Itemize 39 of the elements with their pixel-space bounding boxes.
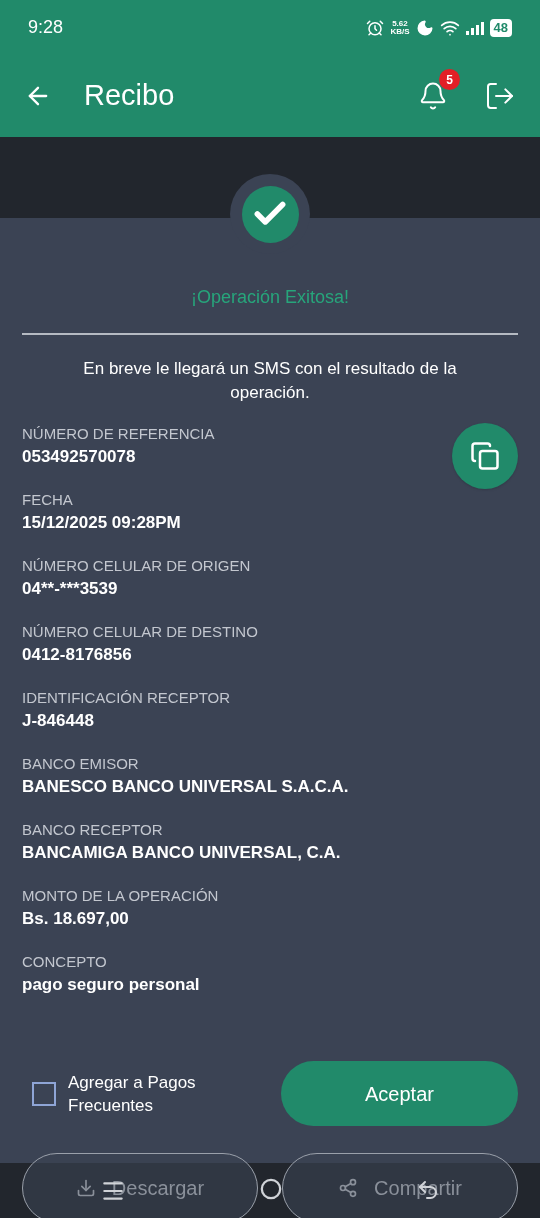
alarm-icon bbox=[366, 18, 385, 37]
field-value: BANCAMIGA BANCO UNIVERSAL, C.A. bbox=[22, 842, 341, 864]
field-label: FECHA bbox=[22, 490, 73, 510]
field-value: pago seguro personal bbox=[22, 974, 200, 996]
moon-icon bbox=[415, 18, 434, 37]
checkbox-label: Agregar a Pagos Frecuentes bbox=[68, 1071, 197, 1117]
share-icon bbox=[338, 1178, 359, 1198]
signal-icon bbox=[465, 20, 484, 35]
success-check-icon bbox=[241, 185, 299, 243]
logout-icon[interactable] bbox=[484, 80, 516, 112]
field-label: NÚMERO DE REFERENCIA bbox=[22, 424, 215, 444]
frequent-checkbox[interactable] bbox=[32, 1081, 56, 1106]
download-button[interactable]: Descargar bbox=[22, 1153, 258, 1218]
field-label: MONTO DE LA OPERACIÓN bbox=[22, 886, 219, 906]
battery-indicator: 48 bbox=[489, 18, 512, 37]
field-label: IDENTIFICACIÓN RECEPTOR bbox=[22, 688, 231, 708]
field-value: 15/12/2025 09:28PM bbox=[22, 512, 181, 534]
header-title: Recibo bbox=[84, 78, 175, 114]
field-label: BANCO RECEPTOR bbox=[22, 820, 163, 840]
field-label: BANCO EMISOR bbox=[22, 754, 139, 774]
accept-button[interactable]: Aceptar bbox=[281, 1061, 518, 1126]
field-value: J-846448 bbox=[22, 710, 94, 732]
field-value: 04**-***3539 bbox=[22, 578, 118, 600]
field-value: BANESCO BANCO UNIVERSAL S.A.C.A. bbox=[22, 776, 349, 798]
home-icon[interactable] bbox=[260, 1178, 282, 1200]
field-value: Bs. 18.697,00 bbox=[22, 908, 129, 930]
status-time: 9:28 bbox=[28, 16, 64, 39]
sms-message: En breve le llegará un SMS con el resultado de la operación. bbox=[82, 358, 458, 404]
success-title: ¡Operación Exitosa! bbox=[189, 286, 351, 309]
download-icon bbox=[75, 1178, 96, 1198]
notification-icon[interactable] bbox=[418, 81, 448, 111]
field-value: 053492570078 bbox=[22, 446, 136, 468]
notification-badge: 5 bbox=[439, 69, 460, 90]
network-speed: 5.62 KB/S bbox=[390, 19, 410, 36]
field-label: CONCEPTO bbox=[22, 952, 107, 972]
copy-icon bbox=[470, 441, 500, 471]
field-label: NÚMERO CELULAR DE ORIGEN bbox=[22, 556, 251, 576]
field-value: 0412-8176856 bbox=[22, 644, 132, 666]
field-label: NÚMERO CELULAR DE DESTINO bbox=[22, 622, 258, 642]
